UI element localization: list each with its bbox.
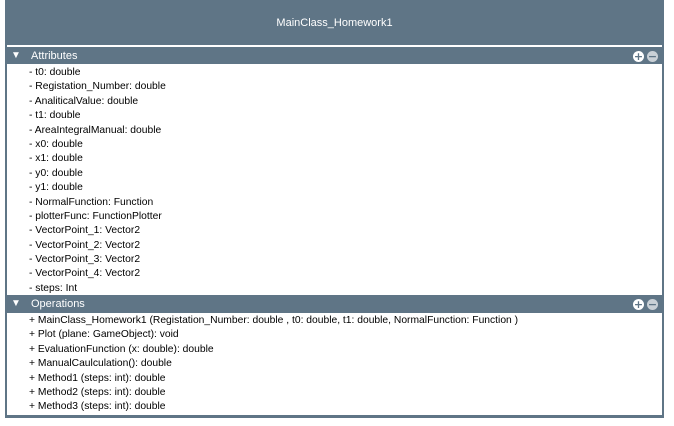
attribute-row[interactable]: - steps: Int bbox=[7, 282, 662, 296]
class-name: MainClass_Homework1 bbox=[276, 16, 393, 29]
operations-title: Operations bbox=[31, 298, 85, 310]
attribute-row[interactable]: - x0: double bbox=[7, 138, 662, 152]
remove-operation-icon[interactable]: − bbox=[647, 298, 658, 310]
operation-row[interactable]: + ManualCaulculation(): double bbox=[7, 357, 662, 371]
attributes-list: - t0: double - Registation_Number: double… bbox=[7, 64, 662, 295]
attribute-row[interactable]: - y0: double bbox=[7, 167, 662, 181]
attribute-row[interactable]: - t1: double bbox=[7, 109, 662, 123]
operation-row[interactable]: + Method3 (steps: int): double bbox=[7, 400, 662, 414]
attribute-row[interactable]: - VectorPoint_3: Vector2 bbox=[7, 253, 662, 267]
attribute-row[interactable]: - Registation_Number: double bbox=[7, 80, 662, 94]
collapse-triangle-icon[interactable]: ▼ bbox=[7, 297, 27, 311]
attributes-section-header[interactable]: ▼ Attributes + − bbox=[7, 49, 662, 63]
operations-list: + MainClass_Homework1 (Registation_Numbe… bbox=[7, 313, 662, 415]
attribute-row[interactable]: - plotterFunc: FunctionPlotter bbox=[7, 210, 662, 224]
operation-row[interactable]: + EvaluationFunction (x: double): double bbox=[7, 343, 662, 357]
collapse-triangle-icon[interactable]: ▼ bbox=[7, 49, 27, 63]
attribute-row[interactable]: - NormalFunction: Function bbox=[7, 196, 662, 210]
attribute-row[interactable]: - VectorPoint_4: Vector2 bbox=[7, 267, 662, 281]
header-divider bbox=[7, 45, 662, 47]
operation-row[interactable]: + Method2 (steps: int): double bbox=[7, 386, 662, 400]
operation-row[interactable]: + Plot (plane: GameObject): void bbox=[7, 328, 662, 342]
attribute-row[interactable]: - t0: double bbox=[7, 66, 662, 80]
operation-row[interactable]: + Method1 (steps: int): double bbox=[7, 372, 662, 386]
attribute-row[interactable]: - VectorPoint_1: Vector2 bbox=[7, 224, 662, 238]
attribute-row[interactable]: - y1: double bbox=[7, 181, 662, 195]
attribute-row[interactable]: - x1: double bbox=[7, 152, 662, 166]
add-operation-icon[interactable]: + bbox=[633, 298, 644, 310]
attribute-row[interactable]: - AreaIntegralManual: double bbox=[7, 124, 662, 138]
attribute-row[interactable]: - VectorPoint_2: Vector2 bbox=[7, 239, 662, 253]
operations-section-header[interactable]: ▼ Operations + − bbox=[7, 297, 662, 311]
attributes-title: Attributes bbox=[31, 50, 78, 62]
remove-attribute-icon[interactable]: − bbox=[647, 50, 658, 62]
operation-row[interactable]: + MainClass_Homework1 (Registation_Numbe… bbox=[7, 314, 662, 328]
uml-class-box: MainClass_Homework1 ▼ Attributes + − - t… bbox=[5, 0, 664, 418]
attribute-row[interactable]: - AnaliticalValue: double bbox=[7, 95, 662, 109]
add-attribute-icon[interactable]: + bbox=[633, 50, 644, 62]
